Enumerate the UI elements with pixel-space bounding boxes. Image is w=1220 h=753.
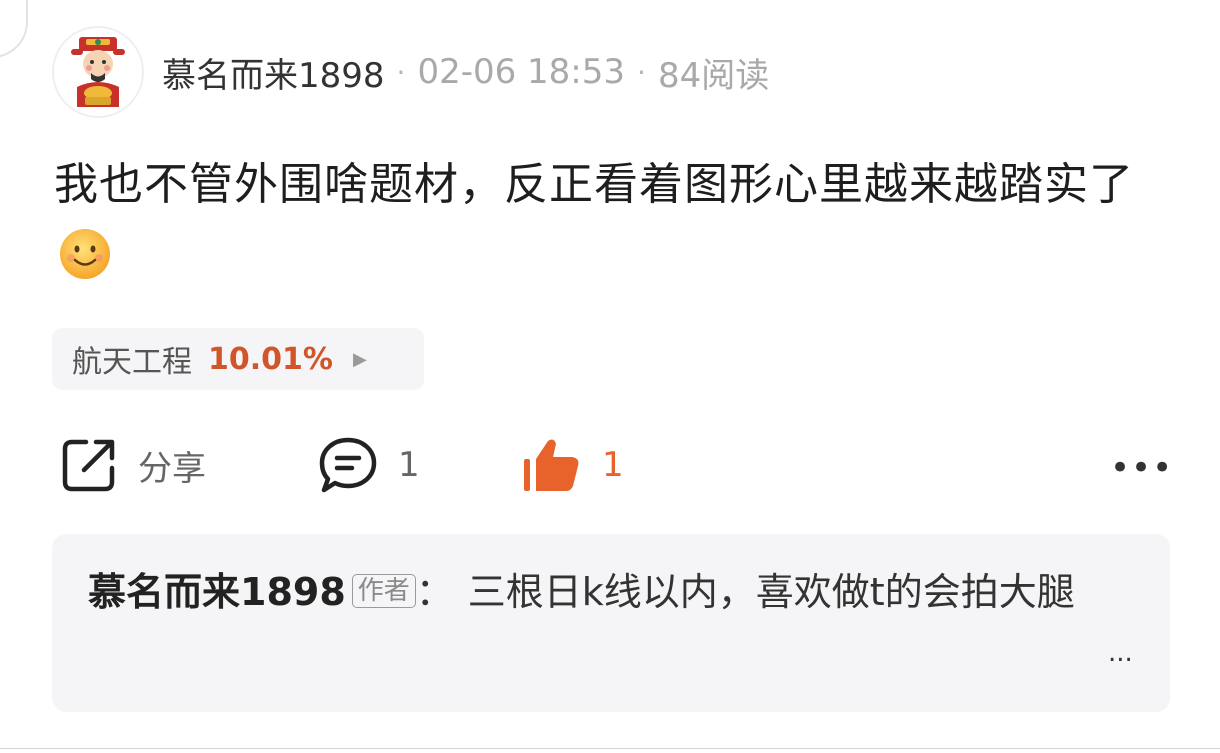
comment-button[interactable]: 1 [318, 430, 420, 500]
share-label: 分享 [138, 448, 206, 489]
like-button[interactable]: 1 [522, 430, 624, 500]
more-options-icon[interactable]: ••• [1110, 448, 1173, 488]
share-button[interactable]: 分享 [60, 430, 206, 500]
separator-dot: · [637, 55, 646, 89]
play-arrow-icon: ▶ [352, 348, 367, 370]
post-text: 我也不管外围啥题材，反正看着图形心里越来越踏实了 [54, 159, 1134, 210]
comment-text: 三根日k线以内，喜欢做t的会拍大腿 [467, 570, 1075, 614]
comment-more-icon[interactable]: ... [1108, 638, 1133, 668]
smiley-face-icon [58, 227, 112, 302]
author-name[interactable]: 慕名而来1898 [162, 48, 385, 97]
comment-author[interactable]: 慕名而来1898 [88, 570, 346, 614]
like-count: 1 [602, 445, 624, 485]
share-icon [62, 439, 115, 492]
edge-decoration [0, 0, 28, 58]
thumbs-up-icon [524, 439, 579, 491]
comment-bubble-icon [319, 437, 377, 493]
separator-dot: · [396, 55, 406, 89]
stock-name: 航天工程 [72, 345, 192, 380]
divider [0, 748, 1220, 749]
comment-preview[interactable]: 慕名而来1898 作者： 三根日k线以内，喜欢做t的会拍大腿 ... [52, 534, 1170, 712]
post-body: 我也不管外围啥题材，反正看着图形心里越来越踏实了 [54, 150, 1174, 302]
god-of-wealth-avatar-icon [71, 37, 125, 107]
stock-tag[interactable]: 航天工程 10.01% ▶ [52, 328, 424, 390]
post-header: 慕名而来1898 · 02-06 18:53 · 84阅读 [52, 24, 769, 120]
read-count: 84阅读 [657, 55, 770, 96]
comment-count: 1 [398, 445, 420, 485]
comment-content: 慕名而来1898 作者： 三根日k线以内，喜欢做t的会拍大腿 [88, 558, 1128, 626]
author-badge: 作者 [351, 574, 416, 608]
comment-colon: ： [415, 570, 454, 614]
stock-change: 10.01% [208, 341, 333, 377]
avatar[interactable] [52, 26, 144, 118]
post-time: 02-06 18:53 [417, 52, 626, 92]
